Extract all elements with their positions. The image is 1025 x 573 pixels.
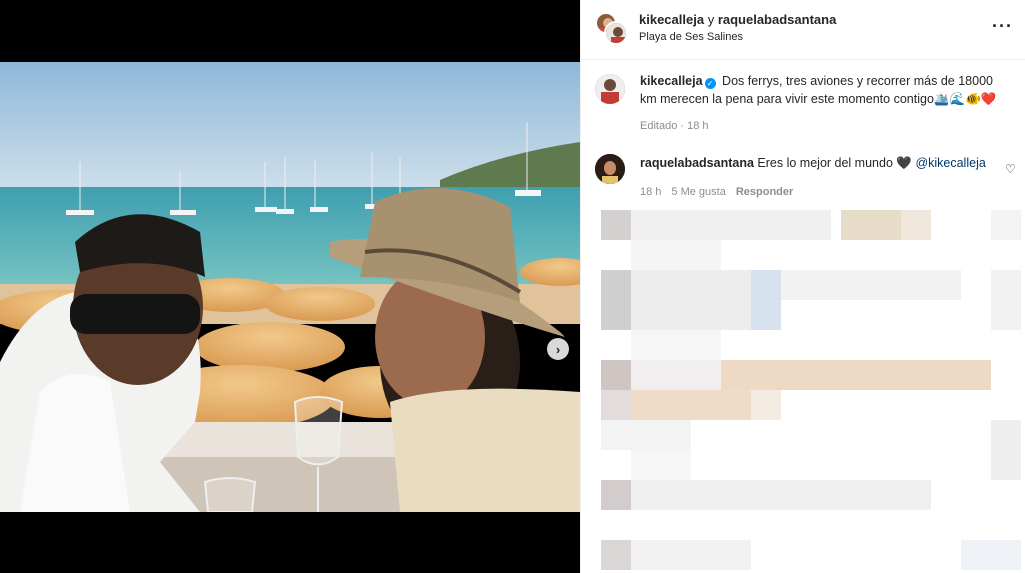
comment-likes-link[interactable]: 5 Me gusta (671, 186, 725, 198)
comment-meta: 18 h 5 Me gusta Responder (640, 186, 793, 198)
comment-like-button[interactable]: ♡ (1005, 162, 1016, 176)
caption-meta: Editado · 18 h (640, 120, 709, 132)
edited-label: Editado (640, 120, 678, 132)
collab-avatars[interactable] (595, 12, 629, 46)
more-options-button[interactable]: ··· (992, 16, 1013, 37)
caption-username-link[interactable]: kikecalleja (640, 74, 703, 88)
header-user1-link[interactable]: kikecalleja (639, 12, 704, 27)
comment-username-link[interactable]: raquelabadsantana (640, 156, 754, 170)
reply-button[interactable]: Responder (736, 186, 793, 198)
header-joiner: y (707, 12, 715, 27)
more-horizontal-icon: ··· (992, 16, 1013, 36)
instagram-post-modal: › kikecalleja y raquelabadsantana Playa … (0, 0, 1025, 573)
post-photo[interactable]: › (0, 62, 580, 512)
header-usernames: kikecalleja y raquelabadsantana (639, 12, 836, 27)
header-user2-link[interactable]: raquelabadsantana (718, 12, 837, 27)
avatar[interactable] (595, 74, 625, 104)
comment-mention-link[interactable]: @kikecalleja (915, 156, 985, 170)
comment-text: raquelabadsantana Eres lo mejor del mund… (640, 154, 986, 172)
comment-time: 18 h (640, 186, 662, 198)
beach-selfie-image (0, 62, 580, 512)
heart-outline-icon: ♡ (1005, 162, 1016, 176)
comment-body: Eres lo mejor del mundo 🖤 (757, 156, 912, 170)
post-media-area: › (0, 0, 580, 573)
verified-badge-icon: ✓ (704, 78, 716, 89)
carousel-next-button[interactable]: › (547, 338, 569, 360)
avatar[interactable] (595, 154, 625, 184)
caption-text: kikecalleja ✓ Dos ferrys, tres aviones y … (640, 72, 1010, 108)
location-link[interactable]: Playa de Ses Salines (639, 31, 743, 43)
caption-time[interactable]: 18 h (687, 120, 708, 132)
post-header: kikecalleja y raquelabadsantana Playa de… (581, 0, 1025, 60)
meta-separator: · (680, 120, 685, 132)
avatar (604, 21, 628, 45)
post-details-panel: kikecalleja y raquelabadsantana Playa de… (580, 0, 1025, 573)
chevron-right-icon: › (555, 341, 561, 357)
